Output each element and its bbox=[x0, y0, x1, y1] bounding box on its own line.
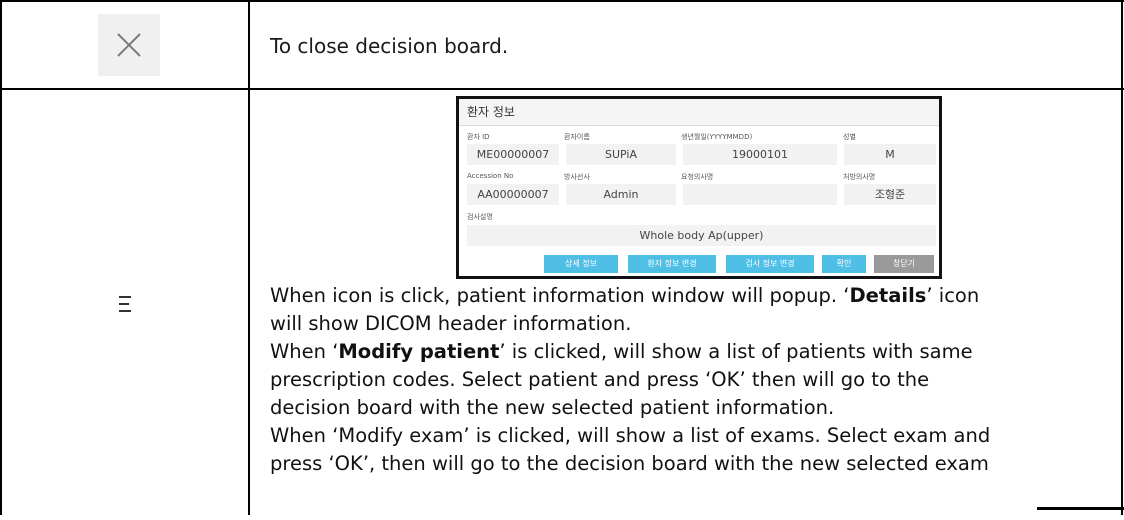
field-label: Accession No bbox=[467, 172, 514, 180]
description-line: When icon is click, patient information … bbox=[270, 284, 980, 307]
field-label: 검사설명 bbox=[467, 213, 493, 221]
table-border-top bbox=[0, 0, 1124, 2]
description-table: To close decision board. 환자 정보 환자 ID 환자이… bbox=[0, 0, 1124, 520]
ok-button[interactable]: 확인 bbox=[822, 255, 866, 273]
table-row-divider bbox=[0, 88, 1124, 90]
details-button[interactable]: 상세 정보 bbox=[544, 255, 618, 273]
popup-title: 환자 정보 bbox=[459, 99, 939, 126]
table-column-divider bbox=[248, 0, 250, 515]
modify-exam-button[interactable]: 검사 정보 변경 bbox=[726, 255, 814, 273]
patient-info-popup: 환자 정보 환자 ID 환자이름 생년월일(YYYYMMDD) 성별 ME000… bbox=[456, 96, 942, 279]
close-icon bbox=[98, 14, 160, 76]
radiographer-field[interactable]: Admin bbox=[566, 184, 676, 205]
field-label: 성별 bbox=[843, 133, 856, 141]
field-label: 방사선사 bbox=[564, 173, 590, 181]
close-window-button[interactable]: 창닫기 bbox=[874, 255, 934, 273]
field-label: 처방의사명 bbox=[843, 173, 876, 181]
requesting-doctor-field[interactable] bbox=[683, 184, 837, 205]
accession-no-field[interactable]: AA00000007 bbox=[467, 184, 559, 205]
description-line: will show DICOM header information. bbox=[270, 312, 632, 335]
patient-info-description: When icon is click, patient information … bbox=[270, 282, 1120, 478]
field-label: 환자 ID bbox=[467, 133, 490, 141]
patient-name-field[interactable]: SUPiA bbox=[566, 144, 676, 165]
prescribing-doctor-field[interactable]: 조형준 bbox=[844, 184, 936, 205]
field-label: 요청의사명 bbox=[681, 173, 714, 181]
description-line: When ‘Modify exam’ is clicked, will show… bbox=[270, 424, 991, 447]
description-line: prescription codes. Select patient and p… bbox=[270, 368, 930, 391]
description-line: decision board with the new selected pat… bbox=[270, 396, 835, 419]
modify-patient-button[interactable]: 환자 정보 변경 bbox=[628, 255, 716, 273]
description-line: When ‘Modify patient’ is clicked, will s… bbox=[270, 340, 973, 363]
birth-date-field[interactable]: 19000101 bbox=[683, 144, 837, 165]
modify-patient-term: Modify patient bbox=[338, 340, 500, 363]
menu-icon bbox=[119, 296, 131, 317]
table-border-right bbox=[1121, 0, 1123, 515]
patient-id-field[interactable]: ME00000007 bbox=[467, 144, 559, 165]
description-line: press ‘OK’, then will go to the decision… bbox=[270, 452, 989, 475]
exam-description-field[interactable]: Whole body Ap(upper) bbox=[467, 225, 936, 246]
sex-field[interactable]: M bbox=[844, 144, 936, 165]
field-label: 생년월일(YYYYMMDD) bbox=[681, 133, 753, 141]
details-term: Details bbox=[849, 284, 927, 307]
close-description: To close decision board. bbox=[270, 34, 509, 58]
page-footer-rule bbox=[1037, 507, 1124, 510]
table-border-left bbox=[0, 0, 2, 515]
field-label: 환자이름 bbox=[564, 133, 590, 141]
